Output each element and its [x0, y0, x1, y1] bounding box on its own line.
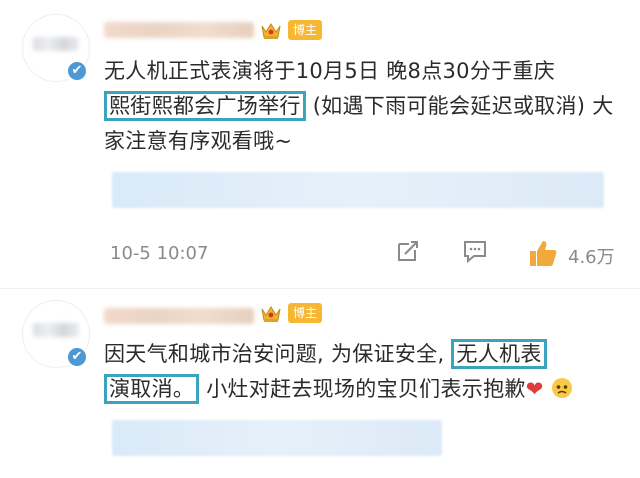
username-blurred[interactable]: [104, 22, 254, 38]
comment-icon[interactable]: [462, 238, 488, 264]
crown-icon: [261, 306, 281, 322]
post-text: 无人机正式表演将于10月5日 晚8点30分于重庆 熙街熙都会广场举行 (如遇下雨…: [104, 54, 622, 159]
highlighted-cancel-part-1: 无人机表: [451, 339, 547, 369]
media-placeholder[interactable]: [112, 172, 604, 208]
heart-icon: ❤: [525, 377, 544, 401]
timestamp: 10-5 10:07: [110, 243, 209, 264]
author-badge: 博主: [288, 20, 323, 40]
verified-icon: ✔: [66, 346, 88, 368]
highlighted-location: 熙街熙都会广场举行: [104, 91, 306, 121]
author-badge: 博主: [288, 303, 323, 323]
username-blurred[interactable]: [104, 308, 254, 324]
post-text-part: 因天气和城市治安问题, 为保证安全,: [104, 342, 445, 366]
sad-face-emoji-icon: [551, 378, 572, 398]
post-text-part: 小灶对赶去现场的宝贝们表示抱歉: [206, 377, 526, 401]
crown-icon: [261, 23, 281, 39]
highlighted-cancel-part-2: 演取消。: [104, 374, 200, 404]
thumbs-up-icon[interactable]: [528, 238, 558, 268]
post-text-part: 无人机正式表演将于10月5日 晚8点30分于重庆: [104, 59, 556, 83]
repost-icon[interactable]: [395, 238, 421, 264]
media-placeholder[interactable]: [112, 420, 442, 456]
verified-icon: ✔: [66, 60, 88, 82]
like-count: 4.6万: [568, 247, 615, 268]
divider: [0, 288, 640, 289]
post-text: 因天气和城市治安问题, 为保证安全, 无人机表 演取消。 小灶对赶去现场的宝贝们…: [104, 337, 622, 407]
